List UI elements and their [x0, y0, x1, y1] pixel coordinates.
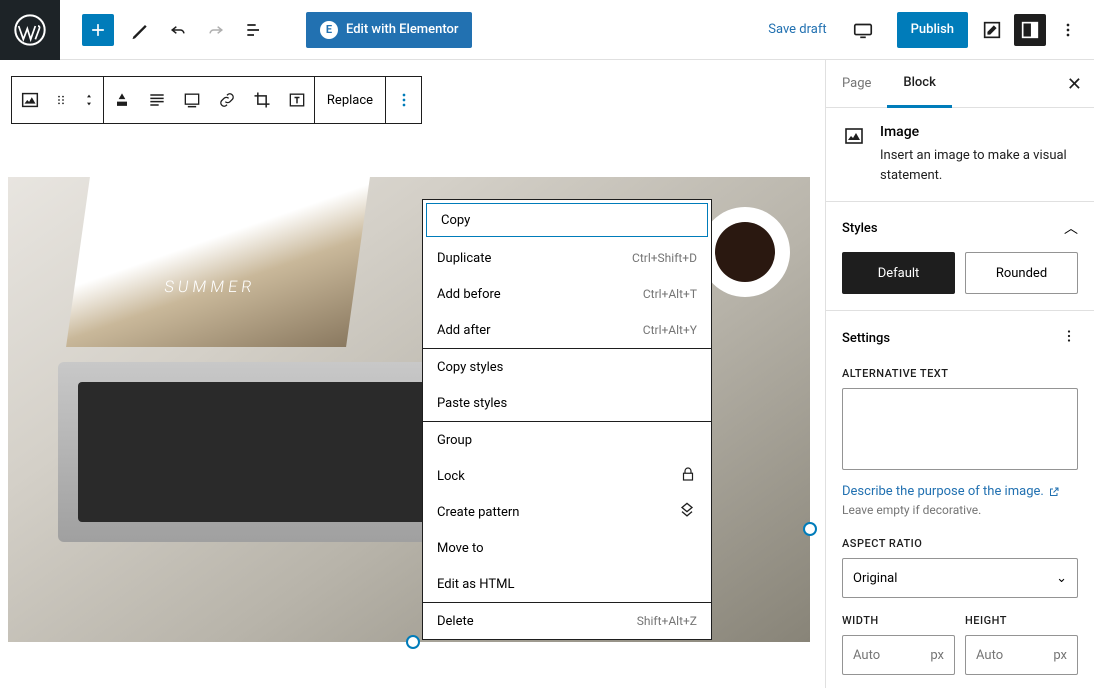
- aspect-ratio-select[interactable]: Original ⌄: [842, 558, 1078, 598]
- tab-block[interactable]: Block: [887, 60, 951, 108]
- image-icon: [842, 124, 866, 148]
- image-content: [700, 207, 790, 297]
- pattern-icon: [677, 500, 697, 524]
- styles-toggle[interactable]: Styles ︿: [842, 218, 1078, 238]
- wordpress-logo[interactable]: [0, 0, 60, 60]
- crop-icon[interactable]: [244, 77, 279, 123]
- settings-sidebar-toggle[interactable]: [1014, 14, 1046, 46]
- menu-group[interactable]: Group: [423, 422, 711, 458]
- settings-sidebar: Page Block ✕ Image Insert an image to ma…: [825, 60, 1094, 688]
- style-rounded-button[interactable]: Rounded: [965, 252, 1078, 294]
- close-sidebar-icon[interactable]: ✕: [1067, 74, 1082, 95]
- block-type-icon[interactable]: [12, 77, 47, 123]
- menu-paste-styles[interactable]: Paste styles: [423, 385, 711, 421]
- block-options-kebab[interactable]: [386, 77, 421, 123]
- tab-page[interactable]: Page: [826, 60, 887, 108]
- text-align-icon[interactable]: [139, 77, 174, 123]
- external-link-icon: [1048, 486, 1060, 498]
- lock-icon: [679, 465, 697, 487]
- style-default-button[interactable]: Default: [842, 252, 955, 294]
- menu-add-after[interactable]: Add afterCtrl+Alt+Y: [423, 312, 711, 348]
- width-input[interactable]: Auto px: [842, 635, 955, 675]
- tools-icon[interactable]: [124, 14, 156, 46]
- menu-lock[interactable]: Lock: [423, 458, 711, 494]
- text-overlay-icon[interactable]: [279, 77, 314, 123]
- link-icon[interactable]: [209, 77, 244, 123]
- styles-section: Styles ︿ Default Rounded: [826, 201, 1094, 310]
- menu-create-pattern[interactable]: Create pattern: [423, 494, 711, 530]
- chevron-up-icon: ︿: [1064, 218, 1078, 238]
- elementor-icon: E: [320, 21, 338, 39]
- redo-icon[interactable]: [200, 14, 232, 46]
- options-kebab[interactable]: [1052, 14, 1084, 46]
- settings-kebab[interactable]: [1060, 327, 1078, 349]
- block-info: Image Insert an image to make a visual s…: [826, 108, 1094, 201]
- sidebar-tabs: Page Block ✕: [826, 60, 1094, 108]
- block-title: Image: [880, 124, 1078, 140]
- alt-text-label: ALTERNATIVE TEXT: [842, 367, 1078, 380]
- caption-icon[interactable]: [174, 77, 209, 123]
- editor-top-bar: E Edit with Elementor Save draft Publish: [0, 0, 1094, 60]
- alt-text-input[interactable]: [842, 388, 1078, 470]
- block-context-menu: Copy DuplicateCtrl+Shift+D Add beforeCtr…: [422, 199, 712, 640]
- resize-handle-bottom[interactable]: [406, 635, 420, 649]
- add-block-button[interactable]: [82, 14, 114, 46]
- alt-help-text: Leave empty if decorative.: [842, 503, 1078, 517]
- edit-elementor-button[interactable]: E Edit with Elementor: [306, 12, 472, 48]
- drag-handle-icon[interactable]: [47, 77, 75, 123]
- settings-section: Settings ALTERNATIVE TEXT Describe the p…: [826, 310, 1094, 688]
- chevron-down-icon: ⌄: [1056, 571, 1067, 586]
- align-icon[interactable]: [104, 77, 139, 123]
- menu-delete[interactable]: DeleteShift+Alt+Z: [423, 603, 711, 639]
- resize-handle-right[interactable]: [803, 522, 817, 536]
- menu-move-to[interactable]: Move to: [423, 530, 711, 566]
- alt-help-link[interactable]: Describe the purpose of the image.: [842, 484, 1060, 499]
- settings-title: Settings: [842, 331, 890, 346]
- undo-icon[interactable]: [162, 14, 194, 46]
- menu-copy[interactable]: Copy: [426, 203, 708, 237]
- document-overview-icon[interactable]: [238, 14, 270, 46]
- height-input[interactable]: Auto px: [965, 635, 1078, 675]
- menu-edit-html[interactable]: Edit as HTML: [423, 566, 711, 602]
- block-toolbar: Replace: [11, 76, 422, 124]
- preview-viewport-icon[interactable]: [847, 14, 879, 46]
- menu-duplicate[interactable]: DuplicateCtrl+Shift+D: [423, 240, 711, 276]
- save-draft-link[interactable]: Save draft: [768, 22, 826, 37]
- menu-copy-styles[interactable]: Copy styles: [423, 349, 711, 385]
- width-label: WIDTH: [842, 614, 955, 627]
- menu-add-before[interactable]: Add beforeCtrl+Alt+T: [423, 276, 711, 312]
- block-description: Insert an image to make a visual stateme…: [880, 146, 1078, 185]
- preview-icon[interactable]: [976, 14, 1008, 46]
- replace-button[interactable]: Replace: [315, 77, 385, 123]
- move-icon[interactable]: [75, 77, 103, 123]
- editor-canvas: Replace SUMMER Copy DuplicateCtrl+Shift+…: [0, 60, 825, 688]
- image-content: SUMMER: [66, 177, 370, 347]
- aspect-ratio-label: ASPECT RATIO: [842, 537, 1078, 550]
- publish-button[interactable]: Publish: [897, 12, 968, 48]
- height-label: HEIGHT: [965, 614, 1078, 627]
